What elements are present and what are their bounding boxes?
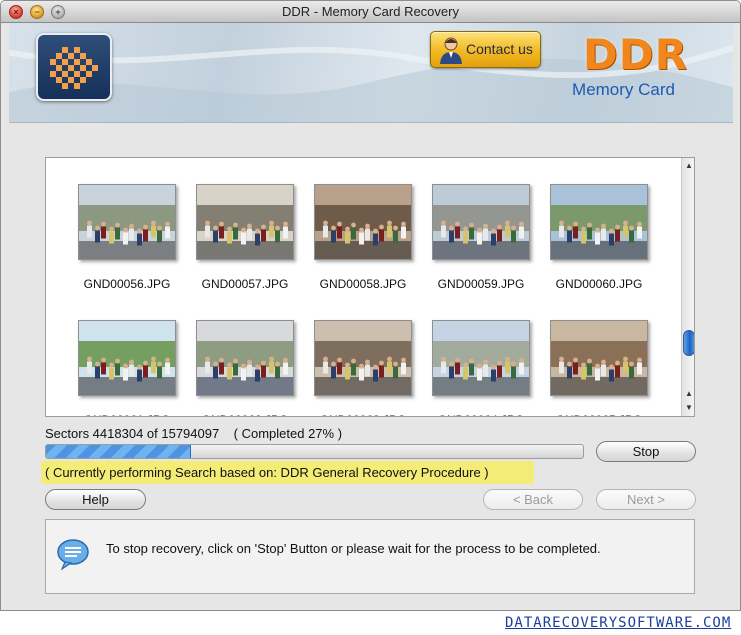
next-button[interactable]: Next > xyxy=(596,489,696,510)
file-name-label: GND00056.JPG xyxy=(83,277,171,291)
photo-thumbnail[interactable] xyxy=(78,320,176,396)
help-button[interactable]: Help xyxy=(45,489,146,510)
contact-us-label: Contact us xyxy=(466,41,533,57)
scroll-down-arrow-icon[interactable]: ▼ xyxy=(683,402,694,414)
photo-thumbnail[interactable] xyxy=(550,320,648,396)
photo-thumbnail[interactable] xyxy=(432,320,530,396)
minimize-window-button[interactable]: − xyxy=(30,5,44,19)
speech-bubble-icon xyxy=(57,539,89,570)
file-name-label: GND00059.JPG xyxy=(437,277,525,291)
info-message: To stop recovery, click on 'Stop' Button… xyxy=(106,541,601,556)
close-window-button[interactable]: × xyxy=(9,5,23,19)
file-name-label: GND00063.JPG xyxy=(308,413,418,416)
website-link[interactable]: DATARECOVERYSOFTWARE.COM xyxy=(505,614,731,632)
file-name-label: GND00064.JPG xyxy=(426,413,536,416)
photo-thumbnail[interactable] xyxy=(550,184,648,260)
minimize-icon: − xyxy=(34,7,40,17)
app-header: Contact us DDR Memory Card xyxy=(9,23,733,123)
stop-button[interactable]: Stop xyxy=(596,441,696,462)
title-bar: × − + DDR - Memory Card Recovery xyxy=(1,1,740,23)
brand-name: DDR xyxy=(582,30,688,79)
zoom-icon: + xyxy=(55,7,61,17)
photo-thumbnail[interactable] xyxy=(78,184,176,260)
app-window: × − + DDR - Memory Card Recovery Contact… xyxy=(0,0,741,611)
app-logo-icon xyxy=(36,33,112,101)
file-name-label: GND00057.JPG xyxy=(201,277,289,291)
scrollbar-thumb[interactable] xyxy=(683,330,694,356)
photo-thumbnail[interactable] xyxy=(314,184,412,260)
progress-fill xyxy=(46,445,191,458)
scroll-up-arrow-icon[interactable]: ▲ xyxy=(683,388,694,400)
grid-scrollbar[interactable]: ▲ ▲ ▼ xyxy=(681,158,694,416)
photo-thumbnail[interactable] xyxy=(432,184,530,260)
photo-thumbnail[interactable] xyxy=(196,184,294,260)
file-name-label: GND00060.JPG xyxy=(555,277,643,291)
recovery-progress-bar xyxy=(45,444,584,459)
contact-us-button[interactable]: Contact us xyxy=(430,31,541,68)
window-title: DDR - Memory Card Recovery xyxy=(282,4,459,19)
brand-product: Memory Card xyxy=(572,80,675,99)
zoom-window-button[interactable]: + xyxy=(51,5,65,19)
photo-thumbnail[interactable] xyxy=(196,320,294,396)
file-name-label: GND00062.JPG xyxy=(190,413,300,416)
status-message: ( Currently performing Search based on: … xyxy=(41,461,534,484)
back-button[interactable]: < Back xyxy=(483,489,583,510)
photo-thumbnail[interactable] xyxy=(314,320,412,396)
support-person-icon xyxy=(440,37,462,64)
file-name-label: GND00061.JPG xyxy=(72,413,182,416)
file-name-label: GND00058.JPG xyxy=(319,277,407,291)
file-name-label: GND00065.JPG xyxy=(544,413,654,416)
recovered-files-grid: ▲ ▲ ▼ GND00056.JPG GND00057.JPG GND00058… xyxy=(45,157,695,417)
close-icon: × xyxy=(13,7,19,17)
scroll-up-arrow-icon[interactable]: ▲ xyxy=(683,160,694,172)
info-panel: To stop recovery, click on 'Stop' Button… xyxy=(45,519,695,594)
sector-progress-text: Sectors 4418304 of 15794097 ( Completed … xyxy=(45,426,343,441)
